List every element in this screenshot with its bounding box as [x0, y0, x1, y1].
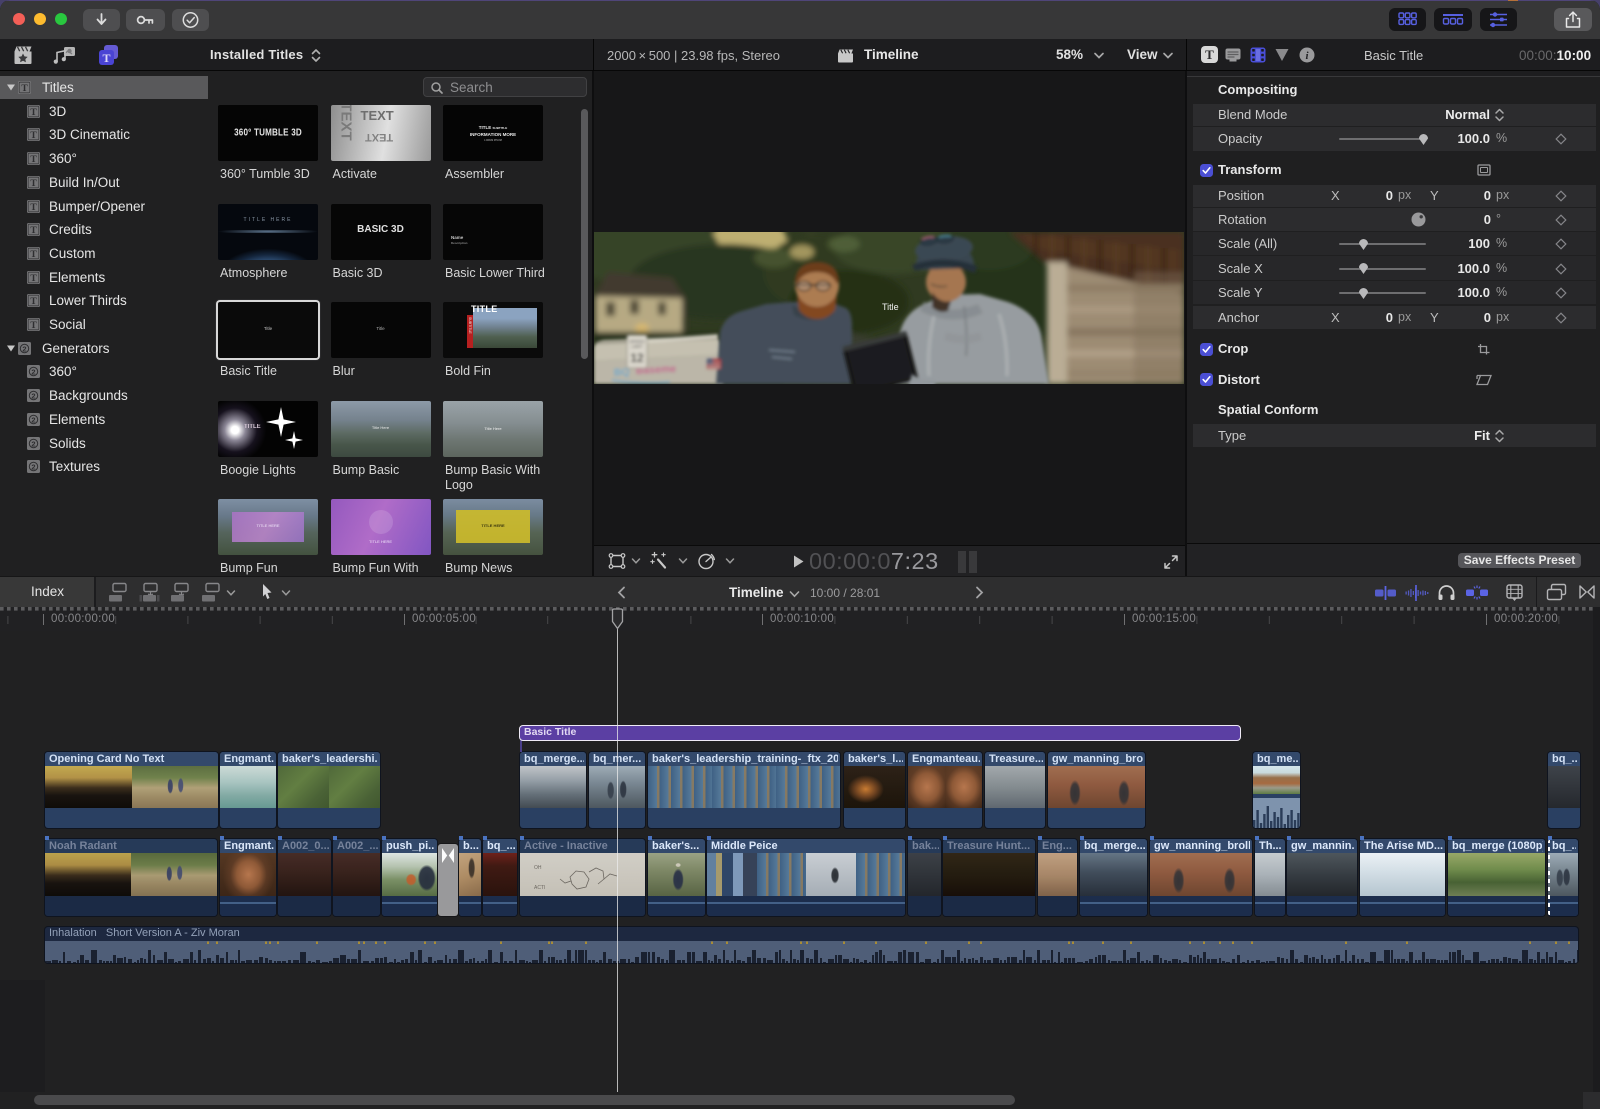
svg-text:T: T: [30, 321, 37, 331]
svg-text:2: 2: [31, 415, 35, 424]
svg-text:T: T: [30, 108, 37, 118]
svg-text:T: T: [30, 155, 37, 165]
svg-text:T: T: [30, 274, 37, 284]
svg-text:2: 2: [31, 368, 35, 377]
svg-text:T: T: [30, 297, 37, 307]
svg-text:T: T: [102, 51, 110, 65]
svg-text:2: 2: [22, 344, 26, 353]
svg-text:T: T: [30, 131, 37, 141]
svg-text:2: 2: [31, 439, 35, 448]
svg-text:2: 2: [31, 391, 35, 400]
svg-text:ACTI: ACTI: [534, 885, 545, 891]
svg-text:OH: OH: [534, 865, 542, 871]
svg-text:T: T: [30, 203, 37, 213]
svg-text:T: T: [30, 226, 37, 236]
svg-text:2: 2: [31, 463, 35, 472]
svg-text:Title: Title: [882, 302, 899, 312]
svg-text:T: T: [30, 179, 37, 189]
svg-text:T: T: [30, 250, 37, 260]
svg-text:T: T: [21, 84, 28, 94]
